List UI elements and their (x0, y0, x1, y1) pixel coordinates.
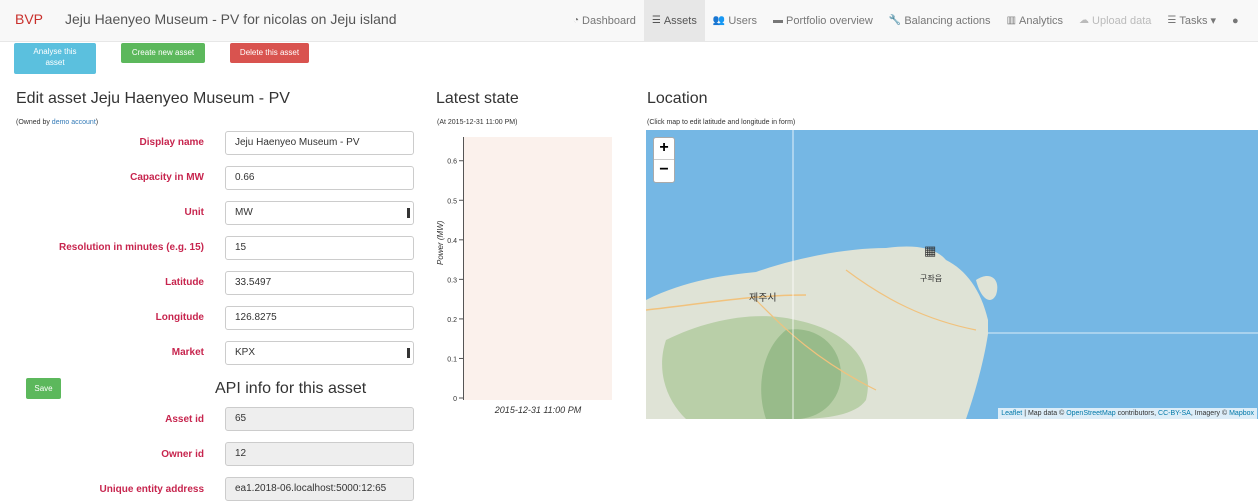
user-icon: ● (1232, 15, 1239, 27)
leaflet-link[interactable]: Leaflet (1001, 410, 1022, 417)
chart-y-tick-label: 0 (453, 396, 457, 403)
solar-panel-marker-icon[interactable]: ▦ (924, 243, 936, 259)
select-caret-icon (407, 208, 410, 218)
owner-link[interactable]: demo account (52, 119, 96, 126)
briefcase-icon: ▬ (773, 15, 784, 26)
nav-tasks-dropdown[interactable]: ☰ Tasks ▾ (1159, 0, 1224, 42)
resolution-input[interactable]: 15 (225, 236, 414, 260)
users-icon: 👥 (712, 15, 726, 26)
owner-id-field: 12 (225, 442, 414, 466)
osm-link[interactable]: OpenStreetMap (1066, 410, 1115, 417)
chart-y-tick-label: 0.1 (447, 356, 457, 363)
longitude-input[interactable]: 126.8275 (225, 306, 414, 330)
unit-select[interactable]: MW (225, 201, 414, 225)
location-heading: Location (647, 90, 708, 107)
list-icon: ☰ (651, 15, 661, 26)
resolution-label: Resolution in minutes (e.g. 15) (58, 242, 204, 253)
map-attribution: Leaflet | Map data © OpenStreetMap contr… (998, 408, 1257, 419)
cc-by-sa-link[interactable]: CC-BY-SA (1158, 410, 1191, 417)
analyse-asset-button[interactable]: Analyse this asset (14, 43, 96, 74)
unit-label: Unit (184, 207, 204, 218)
nav-portfolio[interactable]: ▬ Portfolio overview (765, 0, 881, 42)
location-hint: (Click map to edit latitude and longitud… (647, 119, 796, 126)
chart-y-tick-label: 0.2 (447, 317, 457, 324)
dashboard-icon: ◔ (573, 15, 580, 26)
map-tiles (646, 130, 1258, 419)
nav-balancing[interactable]: 🔧 Balancing actions (881, 0, 999, 42)
cloud-upload-icon: ☁ (1079, 15, 1090, 26)
select-caret-icon (407, 348, 410, 358)
wrench-icon: 🔧 (888, 15, 902, 26)
nav-upload-data[interactable]: ☁ Upload data (1071, 0, 1159, 42)
bar-chart-icon: ▥ (1006, 15, 1017, 26)
map-label-gujwa: 구좌읍 (920, 274, 943, 283)
brand-logo[interactable]: BVP (15, 11, 43, 27)
chart-y-tick-label: 0.5 (447, 198, 457, 205)
create-asset-button[interactable]: Create new asset (121, 43, 205, 63)
chart-y-tick-label: 0.4 (447, 238, 457, 245)
nav-users[interactable]: 👥 Users (705, 0, 765, 42)
latest-state-timestamp: (At 2015-12-31 11:00 PM) (437, 119, 518, 126)
page-title: Jeju Haenyeo Museum - PV for nicolas on … (65, 11, 397, 27)
entity-address-label: Unique entity address (99, 484, 204, 495)
nav-dashboard[interactable]: ◔ Dashboard (565, 0, 644, 42)
asset-id-field: 65 (225, 407, 414, 431)
top-navbar: BVP Jeju Haenyeo Museum - PV for nicolas… (0, 0, 1258, 42)
capacity-input[interactable]: 0.66 (225, 166, 414, 190)
tasks-icon: ☰ (1167, 15, 1177, 26)
capacity-label: Capacity in MW (130, 172, 204, 183)
market-label: Market (171, 347, 204, 358)
zoom-in-button[interactable]: + (654, 138, 674, 160)
longitude-label: Longitude (155, 312, 204, 323)
chart-x-tick-label: 2015-12-31 11:00 PM (494, 405, 582, 415)
latitude-label: Latitude (165, 277, 204, 288)
latitude-input[interactable]: 33.5497 (225, 271, 414, 295)
zoom-out-button[interactable]: − (654, 160, 674, 182)
market-select[interactable]: KPX (225, 341, 414, 365)
nav-assets[interactable]: ☰ Assets (643, 0, 705, 42)
nav-user-menu[interactable]: ● (1224, 0, 1247, 42)
map-zoom-control: + − (653, 137, 675, 183)
owner-note: (Owned by demo account) (16, 119, 99, 126)
entity-address-field: ea1.2018-06.localhost:5000:12:65 (225, 477, 414, 501)
chart-y-axis-label: Power (MW) (436, 220, 445, 265)
display-name-input[interactable]: Jeju Haenyeo Museum - PV (225, 131, 414, 155)
form-heading: Edit asset Jeju Haenyeo Museum - PV (16, 90, 290, 107)
save-button[interactable]: Save (26, 378, 61, 399)
map-label-jeju-city: 제주시 (749, 293, 777, 304)
main-nav: ◔ Dashboard ☰ Assets 👥 Users ▬ Portfolio ove… (565, 0, 1247, 42)
latest-state-chart: 0 0.1 0.2 0.3 0.4 0.5 0.6 2015-12-31 11:00 PM (447, 159, 582, 415)
chart-y-tick-label: 0.3 (447, 277, 457, 284)
owner-id-label: Owner id (161, 449, 204, 460)
latest-state-heading: Latest state (436, 90, 519, 107)
nav-analytics[interactable]: ▥ Analytics (999, 0, 1071, 42)
asset-id-label: Asset id (165, 414, 204, 425)
chart-y-tick-label: 0.6 (447, 159, 457, 166)
delete-asset-button[interactable]: Delete this asset (230, 43, 309, 63)
mapbox-link[interactable]: Mapbox (1229, 410, 1254, 417)
api-heading: API info for this asset (215, 380, 367, 397)
display-name-label: Display name (139, 137, 204, 148)
location-map[interactable] (646, 130, 1258, 419)
